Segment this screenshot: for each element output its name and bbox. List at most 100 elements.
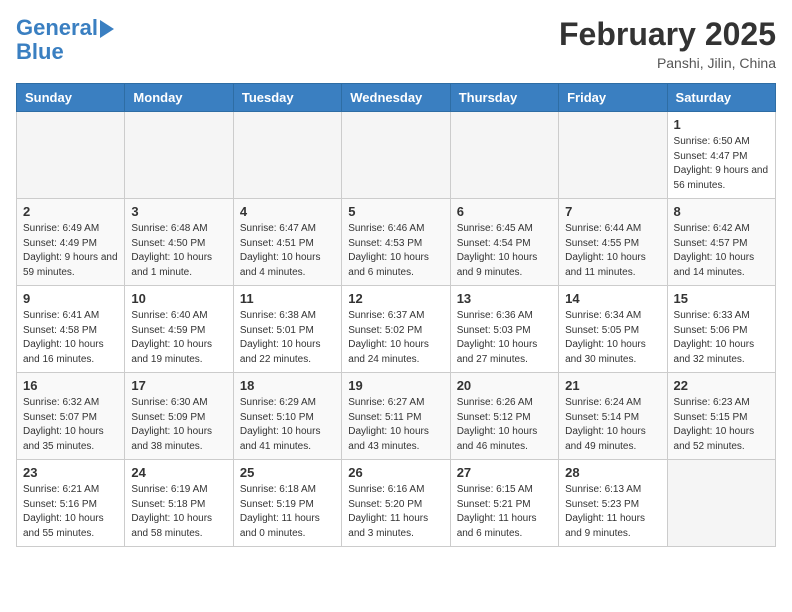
calendar-week-row: 1Sunrise: 6:50 AM Sunset: 4:47 PM Daylig… <box>17 112 776 199</box>
day-number: 27 <box>457 465 552 480</box>
day-info: Sunrise: 6:38 AM Sunset: 5:01 PM Dayligh… <box>240 309 335 367</box>
calendar-cell: 9 Sunrise: 6:41 AM Sunset: 4:58 PM Daylig… <box>17 286 125 373</box>
calendar-table: SundayMondayTuesdayWednesdayThursdayFrid… <box>16 83 776 547</box>
day-number: 3 <box>131 204 226 219</box>
day-number: 8 <box>674 204 769 219</box>
day-number: 2 <box>23 204 118 219</box>
calendar-cell: 10 Sunrise: 6:40 AM Sunset: 4:59 PM Dayli… <box>125 286 233 373</box>
day-number: 21 <box>565 378 660 393</box>
calendar-cell <box>17 112 125 199</box>
day-number: 5 <box>348 204 443 219</box>
calendar-cell: 13 Sunrise: 6:36 AM Sunset: 5:03 PM Dayli… <box>450 286 558 373</box>
day-info: Sunrise: 6:30 AM Sunset: 5:09 PM Dayligh… <box>131 396 226 454</box>
day-number: 12 <box>348 291 443 306</box>
logo-arrow-icon <box>100 20 114 38</box>
day-number: 20 <box>457 378 552 393</box>
calendar-cell: 4 Sunrise: 6:47 AM Sunset: 4:51 PM Daylig… <box>233 199 341 286</box>
day-info: Sunrise: 6:42 AM Sunset: 4:57 PM Dayligh… <box>674 222 769 280</box>
calendar-cell: 25 Sunrise: 6:18 AM Sunset: 5:19 PM Dayli… <box>233 460 341 547</box>
location: Panshi, Jilin, China <box>559 55 776 71</box>
day-info: Sunrise: 6:19 AM Sunset: 5:18 PM Dayligh… <box>131 483 226 541</box>
day-number: 10 <box>131 291 226 306</box>
calendar-cell <box>559 112 667 199</box>
day-number: 24 <box>131 465 226 480</box>
day-number: 16 <box>23 378 118 393</box>
calendar-cell <box>233 112 341 199</box>
day-number: 25 <box>240 465 335 480</box>
day-info: Sunrise: 6:16 AM Sunset: 5:20 PM Dayligh… <box>348 483 443 541</box>
day-info: Sunrise: 6:49 AM Sunset: 4:49 PM Dayligh… <box>23 222 118 280</box>
day-info: Sunrise: 6:13 AM Sunset: 5:23 PM Dayligh… <box>565 483 660 541</box>
day-info: Sunrise: 6:34 AM Sunset: 5:05 PM Dayligh… <box>565 309 660 367</box>
calendar-cell: 11 Sunrise: 6:38 AM Sunset: 5:01 PM Dayli… <box>233 286 341 373</box>
calendar-cell: 1Sunrise: 6:50 AM Sunset: 4:47 PM Daylig… <box>667 112 775 199</box>
day-number: 19 <box>348 378 443 393</box>
day-number: 4 <box>240 204 335 219</box>
calendar-cell: 22Sunrise: 6:23 AM Sunset: 5:15 PM Dayli… <box>667 373 775 460</box>
day-info: Sunrise: 6:41 AM Sunset: 4:58 PM Dayligh… <box>23 309 118 367</box>
day-number: 1 <box>674 117 769 132</box>
logo-text: General <box>16 16 98 40</box>
day-info: Sunrise: 6:29 AM Sunset: 5:10 PM Dayligh… <box>240 396 335 454</box>
calendar-cell <box>342 112 450 199</box>
calendar-cell: 6 Sunrise: 6:45 AM Sunset: 4:54 PM Daylig… <box>450 199 558 286</box>
day-number: 26 <box>348 465 443 480</box>
logo: General Blue <box>16 16 114 64</box>
day-number: 6 <box>457 204 552 219</box>
day-info: Sunrise: 6:36 AM Sunset: 5:03 PM Dayligh… <box>457 309 552 367</box>
day-info: Sunrise: 6:32 AM Sunset: 5:07 PM Dayligh… <box>23 396 118 454</box>
day-info: Sunrise: 6:47 AM Sunset: 4:51 PM Dayligh… <box>240 222 335 280</box>
day-number: 9 <box>23 291 118 306</box>
col-header-sunday: Sunday <box>17 84 125 112</box>
col-header-saturday: Saturday <box>667 84 775 112</box>
day-number: 18 <box>240 378 335 393</box>
page-header: General Blue February 2025 Panshi, Jilin… <box>16 16 776 71</box>
day-info: Sunrise: 6:26 AM Sunset: 5:12 PM Dayligh… <box>457 396 552 454</box>
day-number: 28 <box>565 465 660 480</box>
day-number: 17 <box>131 378 226 393</box>
calendar-cell: 28 Sunrise: 6:13 AM Sunset: 5:23 PM Dayli… <box>559 460 667 547</box>
calendar-cell: 7Sunrise: 6:44 AM Sunset: 4:55 PM Daylig… <box>559 199 667 286</box>
calendar-cell: 2 Sunrise: 6:49 AM Sunset: 4:49 PM Daylig… <box>17 199 125 286</box>
day-number: 13 <box>457 291 552 306</box>
calendar-cell: 8 Sunrise: 6:42 AM Sunset: 4:57 PM Daylig… <box>667 199 775 286</box>
day-number: 15 <box>674 291 769 306</box>
calendar-cell: 18 Sunrise: 6:29 AM Sunset: 5:10 PM Dayli… <box>233 373 341 460</box>
day-info: Sunrise: 6:45 AM Sunset: 4:54 PM Dayligh… <box>457 222 552 280</box>
calendar-cell: 15 Sunrise: 6:33 AM Sunset: 5:06 PM Dayli… <box>667 286 775 373</box>
day-info: Sunrise: 6:40 AM Sunset: 4:59 PM Dayligh… <box>131 309 226 367</box>
col-header-thursday: Thursday <box>450 84 558 112</box>
day-info: Sunrise: 6:46 AM Sunset: 4:53 PM Dayligh… <box>348 222 443 280</box>
calendar-cell: 19 Sunrise: 6:27 AM Sunset: 5:11 PM Dayli… <box>342 373 450 460</box>
calendar-week-row: 16 Sunrise: 6:32 AM Sunset: 5:07 PM Dayli… <box>17 373 776 460</box>
month-title: February 2025 <box>559 16 776 53</box>
calendar-cell <box>125 112 233 199</box>
day-info: Sunrise: 6:18 AM Sunset: 5:19 PM Dayligh… <box>240 483 335 541</box>
calendar-cell: 24 Sunrise: 6:19 AM Sunset: 5:18 PM Dayli… <box>125 460 233 547</box>
calendar-cell: 3 Sunrise: 6:48 AM Sunset: 4:50 PM Daylig… <box>125 199 233 286</box>
day-info: Sunrise: 6:48 AM Sunset: 4:50 PM Dayligh… <box>131 222 226 280</box>
calendar-cell: 16 Sunrise: 6:32 AM Sunset: 5:07 PM Dayli… <box>17 373 125 460</box>
day-number: 11 <box>240 291 335 306</box>
day-info: Sunrise: 6:44 AM Sunset: 4:55 PM Dayligh… <box>565 222 660 280</box>
title-block: February 2025 Panshi, Jilin, China <box>559 16 776 71</box>
day-info: Sunrise: 6:27 AM Sunset: 5:11 PM Dayligh… <box>348 396 443 454</box>
calendar-week-row: 9 Sunrise: 6:41 AM Sunset: 4:58 PM Daylig… <box>17 286 776 373</box>
calendar-cell: 27 Sunrise: 6:15 AM Sunset: 5:21 PM Dayli… <box>450 460 558 547</box>
col-header-friday: Friday <box>559 84 667 112</box>
day-info: Sunrise: 6:15 AM Sunset: 5:21 PM Dayligh… <box>457 483 552 541</box>
calendar-week-row: 23 Sunrise: 6:21 AM Sunset: 5:16 PM Dayli… <box>17 460 776 547</box>
day-info: Sunrise: 6:24 AM Sunset: 5:14 PM Dayligh… <box>565 396 660 454</box>
calendar-cell: 5 Sunrise: 6:46 AM Sunset: 4:53 PM Daylig… <box>342 199 450 286</box>
calendar-cell: 17 Sunrise: 6:30 AM Sunset: 5:09 PM Dayli… <box>125 373 233 460</box>
calendar-cell: 14Sunrise: 6:34 AM Sunset: 5:05 PM Dayli… <box>559 286 667 373</box>
calendar-week-row: 2 Sunrise: 6:49 AM Sunset: 4:49 PM Daylig… <box>17 199 776 286</box>
calendar-header-row: SundayMondayTuesdayWednesdayThursdayFrid… <box>17 84 776 112</box>
calendar-cell: 26 Sunrise: 6:16 AM Sunset: 5:20 PM Dayli… <box>342 460 450 547</box>
day-info: Sunrise: 6:33 AM Sunset: 5:06 PM Dayligh… <box>674 309 769 367</box>
day-number: 23 <box>23 465 118 480</box>
col-header-wednesday: Wednesday <box>342 84 450 112</box>
calendar-cell <box>667 460 775 547</box>
day-info: Sunrise: 6:21 AM Sunset: 5:16 PM Dayligh… <box>23 483 118 541</box>
col-header-monday: Monday <box>125 84 233 112</box>
